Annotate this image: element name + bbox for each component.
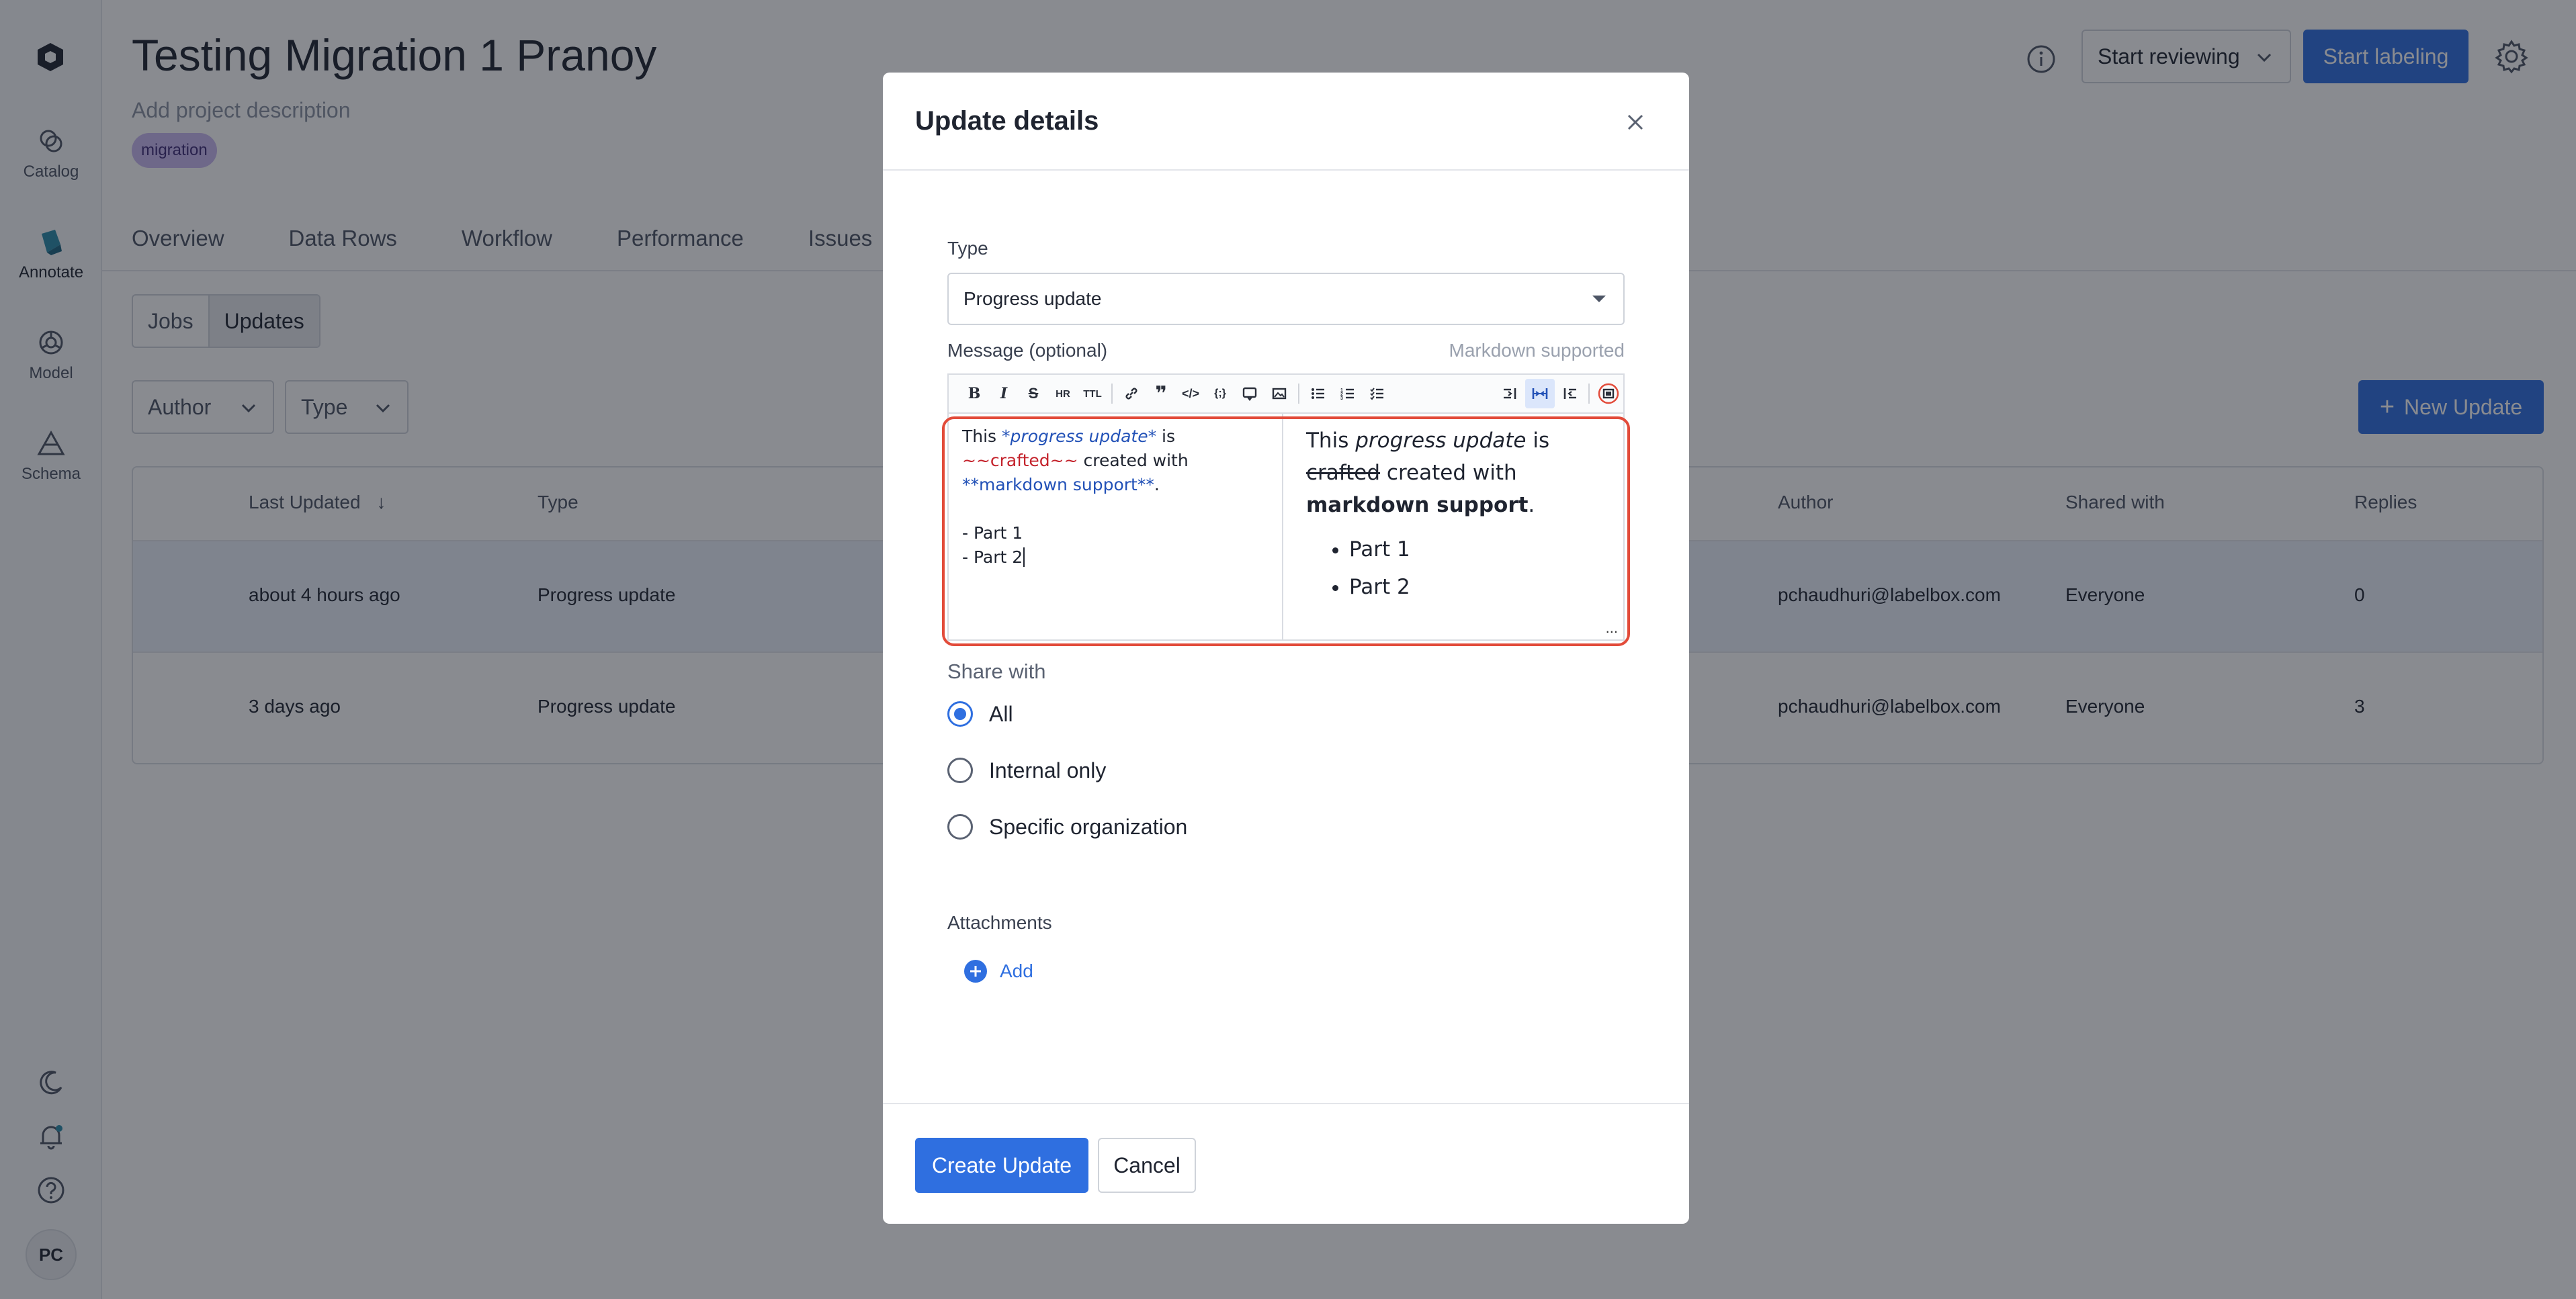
title-icon[interactable]: TTL [1078,379,1107,408]
share-with-label: Share with [947,660,1046,683]
toolbar-divider [1588,384,1590,404]
image-icon[interactable] [1264,379,1294,408]
share-option-label: Internal only [989,758,1107,782]
create-update-button[interactable]: Create Update [915,1138,1088,1193]
source-list-item: - Part 2 [962,547,1023,567]
attachments-label: Attachments [947,912,1052,933]
link-icon[interactable] [1117,379,1146,408]
code-icon[interactable]: </> [1176,379,1205,408]
share-option-label: All [989,701,1013,726]
strikethrough-icon[interactable]: S [1019,379,1048,408]
dialog-title: Update details [915,106,1099,136]
toolbar-divider [1111,384,1113,404]
source-bold-text: **markdown support** [962,475,1154,494]
list-item: Part 1 [1349,531,1615,568]
text-cursor [1023,547,1025,567]
italic-icon[interactable]: I [989,379,1019,408]
quote-icon[interactable]: ❞ [1146,379,1176,408]
add-attachment-button[interactable]: Add [963,959,1033,983]
unordered-list-icon[interactable] [1303,379,1333,408]
add-attachment-label: Add [1000,960,1033,981]
share-option-specific-organization[interactable]: Specific organization [947,814,1187,840]
ordered-list-icon[interactable]: 123 [1333,379,1363,408]
source-text: . [1154,475,1160,494]
markdown-supported-note: Markdown supported [1449,340,1625,361]
svg-text:3: 3 [1340,396,1343,401]
source-text: is [1156,427,1176,446]
preview-strikethrough-text: crafted [1306,461,1381,485]
share-option-internal-only[interactable]: Internal only [947,758,1106,783]
plus-circle-icon [964,960,987,983]
radio-button[interactable] [947,758,973,783]
source-text: created with [1078,451,1189,470]
fullscreen-icon[interactable] [1594,379,1623,408]
source-italic-text: *progress update* [1002,427,1157,446]
close-icon[interactable] [1622,109,1649,136]
preview-paragraph: This progress update is crafted created w… [1306,424,1615,521]
source-strikethrough-text: ~~crafted~~ [962,451,1078,470]
type-select-value: Progress update [963,288,1102,309]
toolbar-divider [1298,384,1299,404]
edit-mode-icon[interactable] [1496,379,1525,408]
type-select[interactable]: Progress update [947,273,1625,325]
comment-icon[interactable] [1235,379,1264,408]
preview-italic-text: progress update [1355,429,1527,453]
source-list-item: - Part 1 [962,523,1023,543]
preview-text: is [1526,429,1550,453]
editor-split-divider[interactable] [1282,414,1283,639]
source-text: This [962,427,1002,446]
code-block-icon[interactable]: {;} [1205,379,1235,408]
markdown-source-textarea[interactable]: This *progress update* is ~~crafted~~ cr… [962,424,1271,570]
type-label: Type [947,238,988,259]
caret-down-icon [1592,296,1606,302]
resize-handle[interactable]: ... [1606,619,1618,637]
markdown-editor[interactable]: This *progress update* is ~~crafted~~ cr… [947,412,1625,641]
dialog-footer-divider [883,1103,1689,1104]
message-label: Message (optional) [947,340,1108,361]
bold-icon[interactable]: B [959,379,989,408]
horizontal-rule-icon[interactable]: HR [1048,379,1078,408]
markdown-toolbar: B I S HR TTL ❞ </> {;} 123 [947,373,1625,412]
share-option-all[interactable]: All [947,701,1013,727]
preview-text: This [1306,429,1356,453]
preview-mode-icon[interactable] [1555,379,1584,408]
dialog-header-divider [883,169,1689,171]
update-details-dialog: Update details Type Progress update Mess… [883,73,1689,1224]
preview-list: Part 1 Part 2 [1306,531,1615,606]
radio-button[interactable] [947,814,973,840]
preview-text: created with [1380,461,1517,485]
list-item: Part 2 [1349,568,1615,606]
live-mode-icon[interactable] [1525,379,1555,408]
radio-button[interactable] [947,701,973,727]
cancel-button[interactable]: Cancel [1098,1138,1196,1193]
share-option-label: Specific organization [989,814,1188,839]
markdown-preview: This progress update is crafted created w… [1306,424,1615,606]
preview-text: . [1528,493,1535,517]
preview-bold-text: markdown support [1306,493,1529,517]
checklist-icon[interactable] [1363,379,1392,408]
